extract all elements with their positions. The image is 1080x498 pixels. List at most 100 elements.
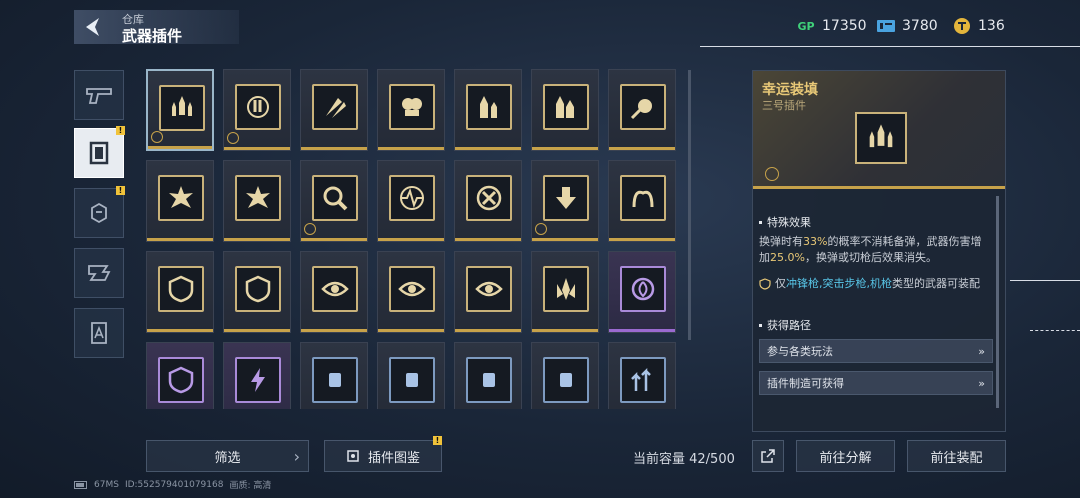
plugin-tile[interactable]: [223, 69, 291, 151]
spiral-icon: [620, 175, 666, 221]
eye-icon: [466, 266, 512, 312]
plugin-tile[interactable]: [608, 160, 676, 242]
eye-icon: [389, 266, 435, 312]
currency-coin-value: 136: [978, 18, 1005, 34]
explosion-icon: [389, 84, 435, 130]
plugin-tile[interactable]: [608, 69, 676, 151]
nav-item3-badge: !: [116, 186, 125, 195]
catalog-button[interactable]: 插件图鉴 !: [324, 436, 442, 472]
plugin-tile[interactable]: [300, 160, 368, 242]
plugin-tile[interactable]: [454, 342, 522, 409]
vortex-icon: [620, 266, 666, 312]
external-link-icon: [761, 449, 775, 463]
arrows-up-icon: [620, 357, 666, 403]
plugin-icon: [89, 141, 109, 165]
puzzle-icon: [88, 265, 111, 281]
plugin-tile[interactable]: [223, 160, 291, 242]
plugin-tile[interactable]: [531, 69, 599, 151]
route-play-modes[interactable]: 参与各类玩法 »: [759, 339, 993, 363]
route-crafting[interactable]: 插件制造可获得 »: [759, 371, 993, 395]
quality-text: 画质: 高清: [229, 481, 272, 491]
equip-button[interactable]: 前往装配: [907, 440, 1006, 472]
plugin-tile[interactable]: [531, 251, 599, 333]
pistol-icon: [86, 88, 112, 104]
plugin-tile[interactable]: [608, 342, 676, 409]
shards-icon: [543, 266, 589, 312]
detail-subtitle: 三号插件: [762, 99, 806, 112]
filter-label: 筛选: [214, 450, 241, 466]
ammo-plus-icon: [466, 84, 512, 130]
plugin-tile[interactable]: [377, 69, 445, 151]
nav-weapon[interactable]: [74, 70, 124, 120]
plugin-tile[interactable]: [223, 251, 291, 333]
effect-description: 换弹时有33%的概率不消耗备弹，武器伤害增加25.0%，换弹或切枪后效果消失。: [759, 235, 982, 264]
ammo-cycle-icon: [543, 84, 589, 130]
plugin-tile[interactable]: [146, 160, 214, 242]
grid-scrollbar[interactable]: [688, 70, 691, 340]
status-footer: 67MS ID:552579401079168 画质: 高清: [74, 478, 271, 491]
route-heading: 获得路径: [759, 317, 811, 333]
plugin-tile[interactable]: [300, 251, 368, 333]
double-chevron-icon: »: [978, 344, 985, 358]
double-chevron-icon: »: [978, 376, 985, 390]
ping-text: 67MS: [94, 479, 119, 490]
pulse-icon: [389, 175, 435, 221]
plugin-tile[interactable]: [454, 69, 522, 151]
faction-icon: [151, 131, 163, 143]
fist-icon: [543, 357, 589, 403]
plugin-tile[interactable]: [300, 69, 368, 151]
fist-icon: [466, 357, 512, 403]
detail-scrollbar[interactable]: [996, 196, 999, 408]
plugin-tile[interactable]: [377, 342, 445, 409]
nav-plugin[interactable]: !: [74, 126, 125, 178]
plugin-tile[interactable]: [454, 251, 522, 333]
eye-icon: [312, 266, 358, 312]
starburst-icon: [158, 175, 204, 221]
ticket-icon: [876, 17, 896, 35]
faction-icon: [227, 132, 239, 144]
external-link-button[interactable]: [752, 440, 784, 472]
plugin-tile[interactable]: [146, 342, 214, 409]
burst-icon: [620, 84, 666, 130]
currency-coin[interactable]: 136: [952, 16, 1005, 36]
plugin-tile[interactable]: [531, 342, 599, 409]
plugin-tile[interactable]: [223, 342, 291, 409]
cross-circle-icon: [466, 175, 512, 221]
filter-button[interactable]: 筛选 ›: [146, 440, 309, 472]
currency-ticket[interactable]: 3780: [876, 16, 938, 36]
capacity-text: 当前容量 42/500: [633, 452, 735, 467]
lightning-icon: [235, 357, 281, 403]
chevron-right-icon: ›: [293, 446, 300, 466]
detail-panel: 幸运装填 三号插件 特殊效果 换弹时有33%的概率不消耗备弹，武器伤害增加25.…: [752, 70, 1006, 432]
plugin-tile[interactable]: [146, 69, 214, 151]
plugin-tile[interactable]: [531, 160, 599, 242]
plugin-tile[interactable]: [377, 160, 445, 242]
plugin-tile[interactable]: [377, 251, 445, 333]
user-id-text: ID:552579401079168: [124, 479, 224, 490]
shield-icon: [235, 266, 281, 312]
plugin-tile[interactable]: [608, 251, 676, 333]
document-icon: [91, 322, 107, 344]
rocket-icon: [312, 84, 358, 130]
catalog-icon: [347, 450, 359, 462]
nav-item4[interactable]: [74, 248, 124, 298]
back-arrow-icon: [86, 18, 99, 36]
crystal-shield-icon: [158, 357, 204, 403]
coin-icon: [952, 17, 972, 35]
decompose-button[interactable]: 前往分解: [796, 440, 895, 472]
shield-small-icon: [759, 278, 771, 290]
nav-item3[interactable]: !: [74, 186, 125, 238]
nav-item5[interactable]: [74, 308, 124, 358]
page-title: 武器插件: [122, 27, 183, 45]
currency-gp[interactable]: GP 17350: [796, 16, 866, 36]
effect-heading: 特殊效果: [759, 214, 811, 230]
header-bar: 仓库 武器插件: [74, 10, 239, 45]
back-button[interactable]: [74, 10, 112, 44]
plugin-tile[interactable]: [146, 251, 214, 333]
reload-icon: [235, 84, 281, 130]
plugin-tile[interactable]: [300, 342, 368, 409]
plugin-tile[interactable]: [454, 160, 522, 242]
catalog-label: 插件图鉴: [367, 450, 420, 466]
nav-plugin-badge: !: [116, 126, 125, 135]
plugin-grid: [146, 69, 686, 409]
